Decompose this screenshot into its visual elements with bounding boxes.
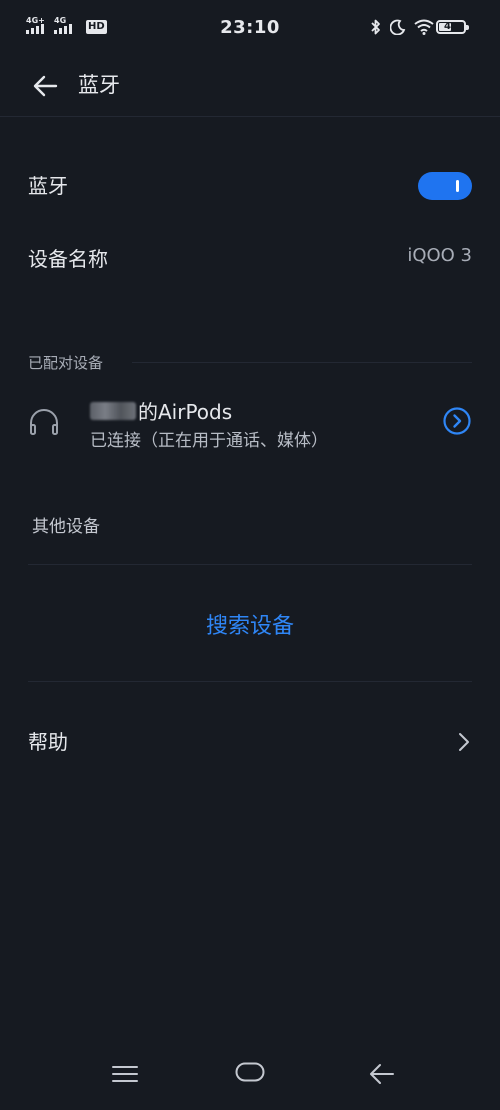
redacted-owner-name	[90, 401, 136, 420]
battery-icon: 45	[436, 20, 469, 34]
divider	[28, 681, 472, 682]
search-devices-button[interactable]: 搜索设备	[0, 608, 500, 640]
moon-icon	[390, 19, 406, 35]
help-label: 帮助	[28, 730, 68, 754]
page-title: 蓝牙	[78, 73, 120, 97]
status-bar: 4G+ 4G HD 23:10 45	[0, 0, 500, 56]
bluetooth-label: 蓝牙	[28, 174, 68, 198]
nav-back-icon[interactable]	[368, 1062, 396, 1086]
bluetooth-icon	[371, 19, 380, 35]
headphones-icon	[30, 409, 58, 435]
status-right	[370, 18, 434, 36]
system-nav-bar	[0, 1050, 500, 1110]
section-divider	[132, 362, 472, 363]
device-name-label: 设备名称	[28, 247, 108, 271]
help-row[interactable]: 帮助	[28, 726, 472, 758]
back-arrow-icon[interactable]	[30, 70, 62, 102]
home-icon[interactable]	[235, 1062, 265, 1082]
battery-level: 45	[444, 21, 458, 32]
switch-knob	[456, 180, 459, 192]
device-name-text: 的AirPods	[138, 400, 233, 424]
divider	[28, 564, 472, 565]
bluetooth-switch[interactable]	[418, 172, 472, 200]
device-status: 已连接（正在用于通话、媒体）	[90, 431, 328, 451]
other-devices-heading: 其他设备	[32, 517, 100, 537]
bluetooth-toggle-row[interactable]: 蓝牙	[28, 170, 472, 202]
paired-device-item[interactable]: 的AirPods 已连接（正在用于通话、媒体）	[28, 392, 472, 456]
recent-apps-icon[interactable]	[112, 1064, 138, 1084]
chevron-right-icon	[459, 733, 469, 751]
device-details-icon[interactable]	[442, 406, 472, 436]
device-name-row[interactable]: 设备名称 iQOO 3	[28, 243, 472, 275]
app-header: 蓝牙	[0, 56, 500, 117]
device-name: 的AirPods	[90, 396, 232, 425]
paired-devices-heading: 已配对设备	[28, 354, 104, 372]
device-name-value: iQOO 3	[407, 245, 472, 266]
wifi-icon	[414, 19, 434, 35]
